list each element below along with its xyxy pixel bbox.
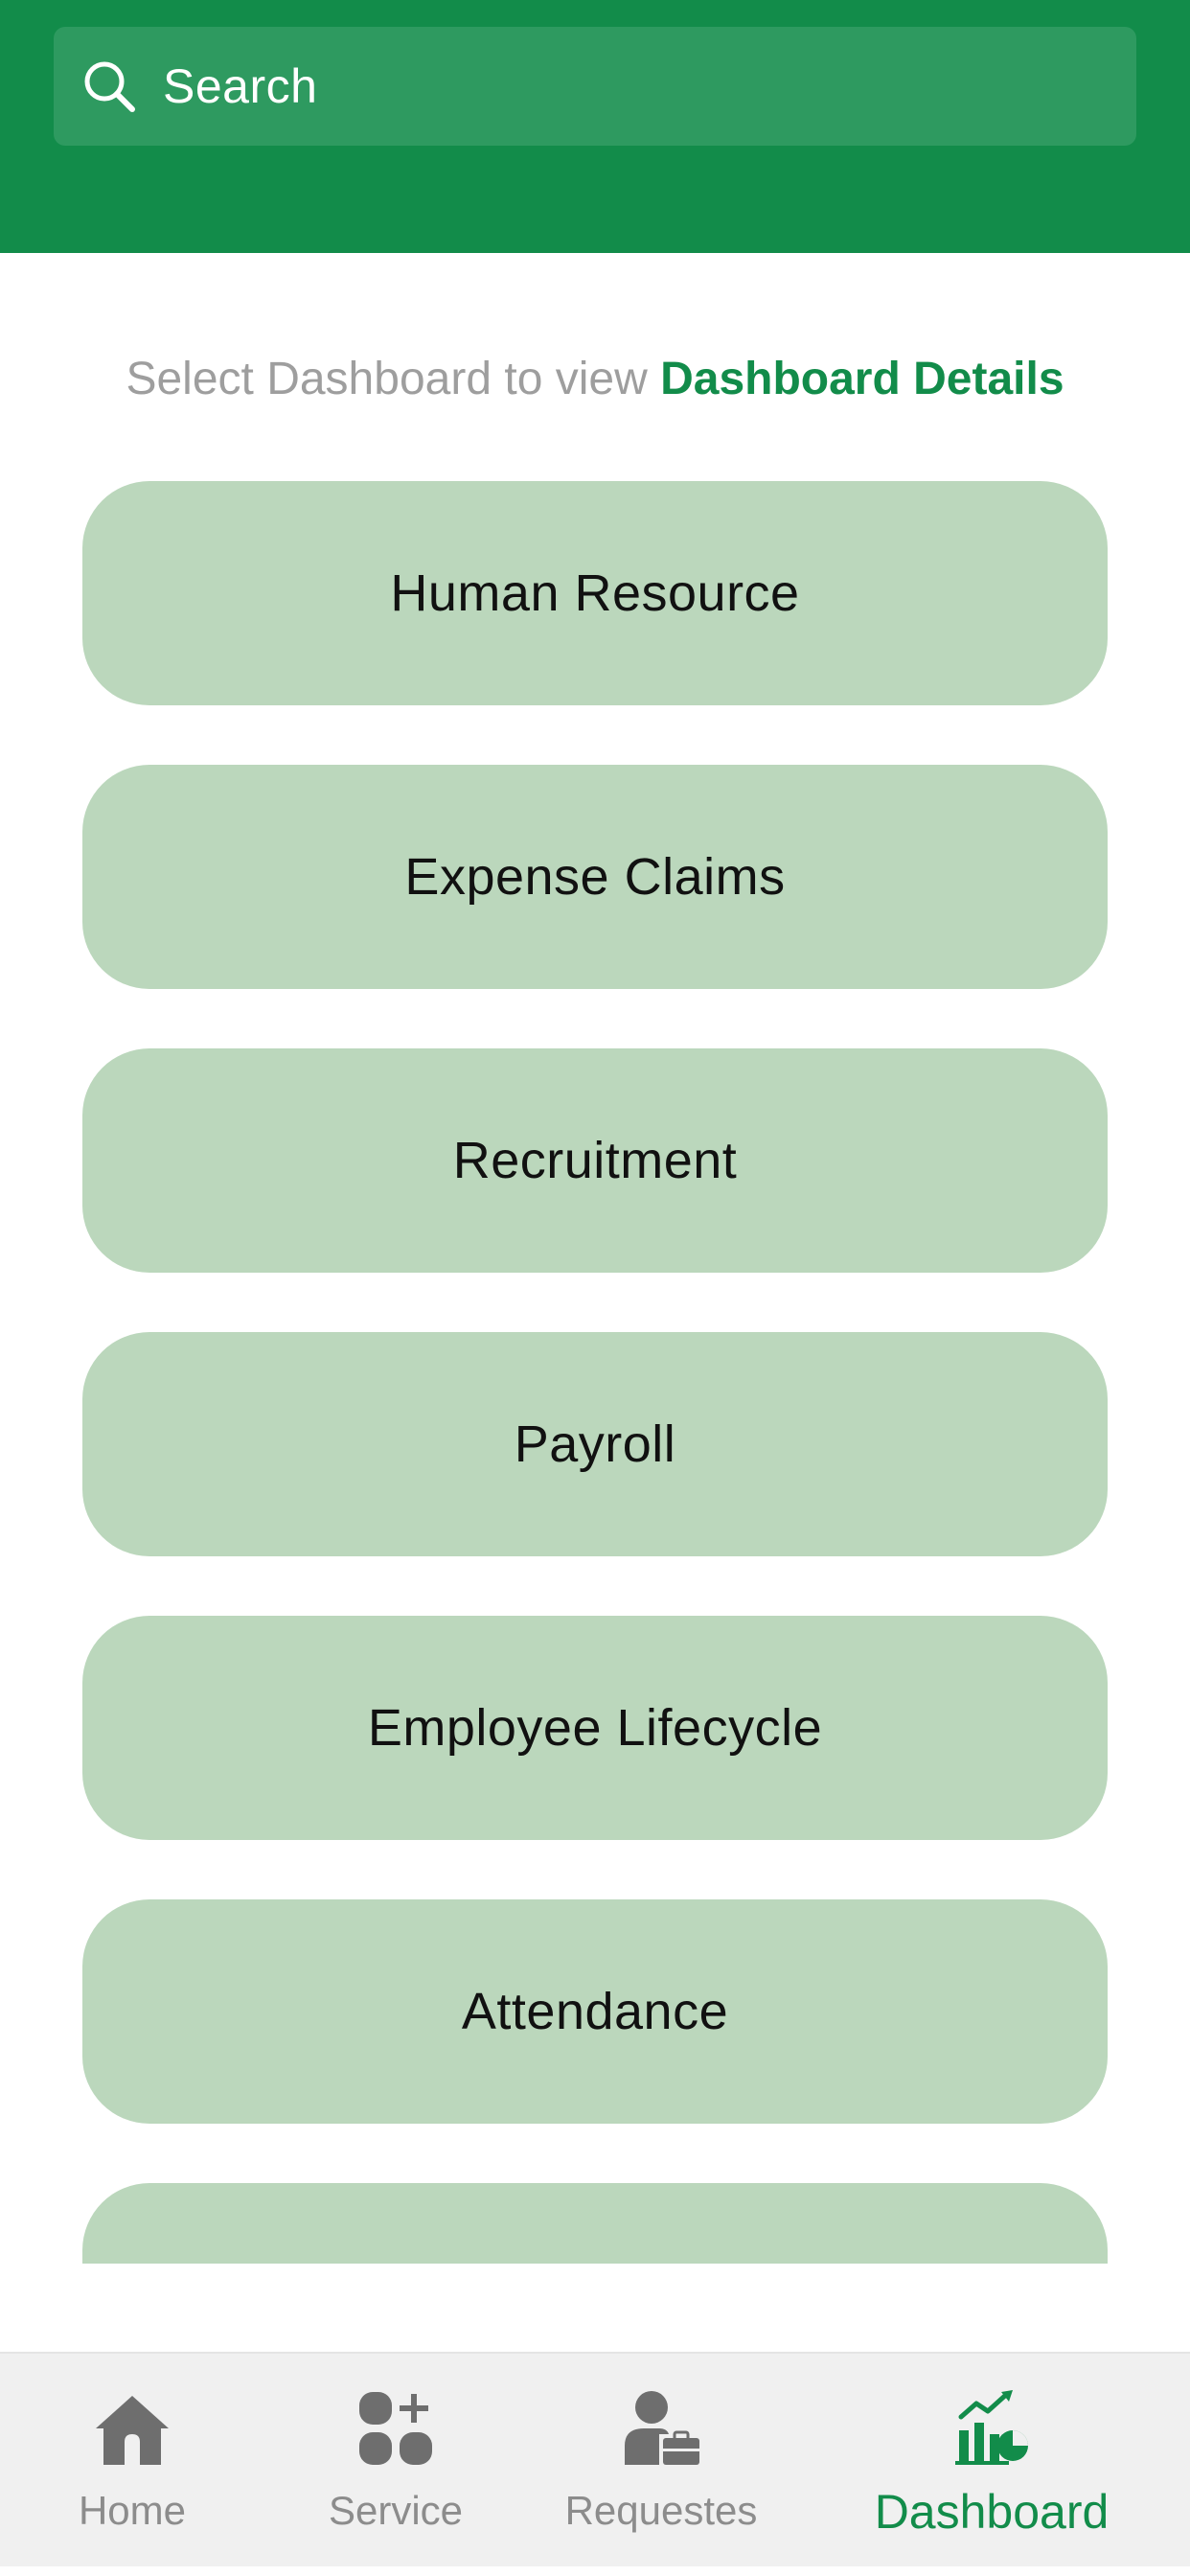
nav-requests[interactable]: Requestes	[537, 2382, 786, 2564]
dashboard-item-label: Recruitment	[452, 1132, 738, 1189]
search-icon	[79, 56, 140, 117]
dashboard-item-attendance[interactable]: Attendance	[82, 1899, 1108, 2124]
nav-requests-label: Requestes	[564, 2488, 758, 2533]
dashboard-item-payroll[interactable]: Payroll	[82, 1332, 1108, 1556]
nav-service[interactable]: Service	[271, 2382, 520, 2564]
search-input[interactable]: Search	[163, 58, 317, 114]
requests-user-briefcase-icon	[615, 2382, 707, 2474]
dashboard-item-label: Payroll	[514, 1415, 676, 1473]
dashboard-item-employee-lifecycle[interactable]: Employee Lifecycle	[82, 1616, 1108, 1840]
home-icon	[86, 2382, 178, 2474]
dashboard-item-label: Expense Claims	[404, 848, 786, 906]
dashboard-item-label: Human Resource	[390, 564, 800, 622]
nav-home-label: Home	[78, 2488, 187, 2533]
nav-home[interactable]: Home	[8, 2382, 257, 2564]
search-bar[interactable]: Search	[54, 27, 1136, 146]
nav-dashboard-label: Dashboard	[874, 2485, 1110, 2539]
dashboard-item-recruitment[interactable]: Recruitment	[82, 1048, 1108, 1273]
dashboard-item-label: Attendance	[461, 1983, 729, 2040]
dashboard-item-partial[interactable]	[82, 2183, 1108, 2264]
page-instruction: Select Dashboard to view Dashboard Detai…	[0, 353, 1190, 405]
dashboard-chart-icon	[946, 2382, 1038, 2474]
instruction-text: Select Dashboard to view	[126, 354, 661, 404]
top-header: Search	[0, 0, 1190, 253]
bottom-navigation: Home Service Requestes Dashboard	[0, 2352, 1190, 2566]
nav-dashboard[interactable]: Dashboard	[867, 2382, 1116, 2564]
dashboard-item-human-resource[interactable]: Human Resource	[82, 481, 1108, 705]
app-screen: Search Select Dashboard to view Dashboar…	[0, 0, 1190, 2576]
dashboard-item-expense-claims[interactable]: Expense Claims	[82, 765, 1108, 989]
service-grid-icon	[350, 2382, 442, 2474]
dashboard-item-label: Employee Lifecycle	[367, 1699, 823, 1757]
nav-service-label: Service	[328, 2488, 464, 2533]
instruction-highlight: Dashboard Details	[660, 354, 1064, 404]
dashboard-list: Human Resource Expense Claims Recruitmen…	[82, 481, 1108, 2264]
